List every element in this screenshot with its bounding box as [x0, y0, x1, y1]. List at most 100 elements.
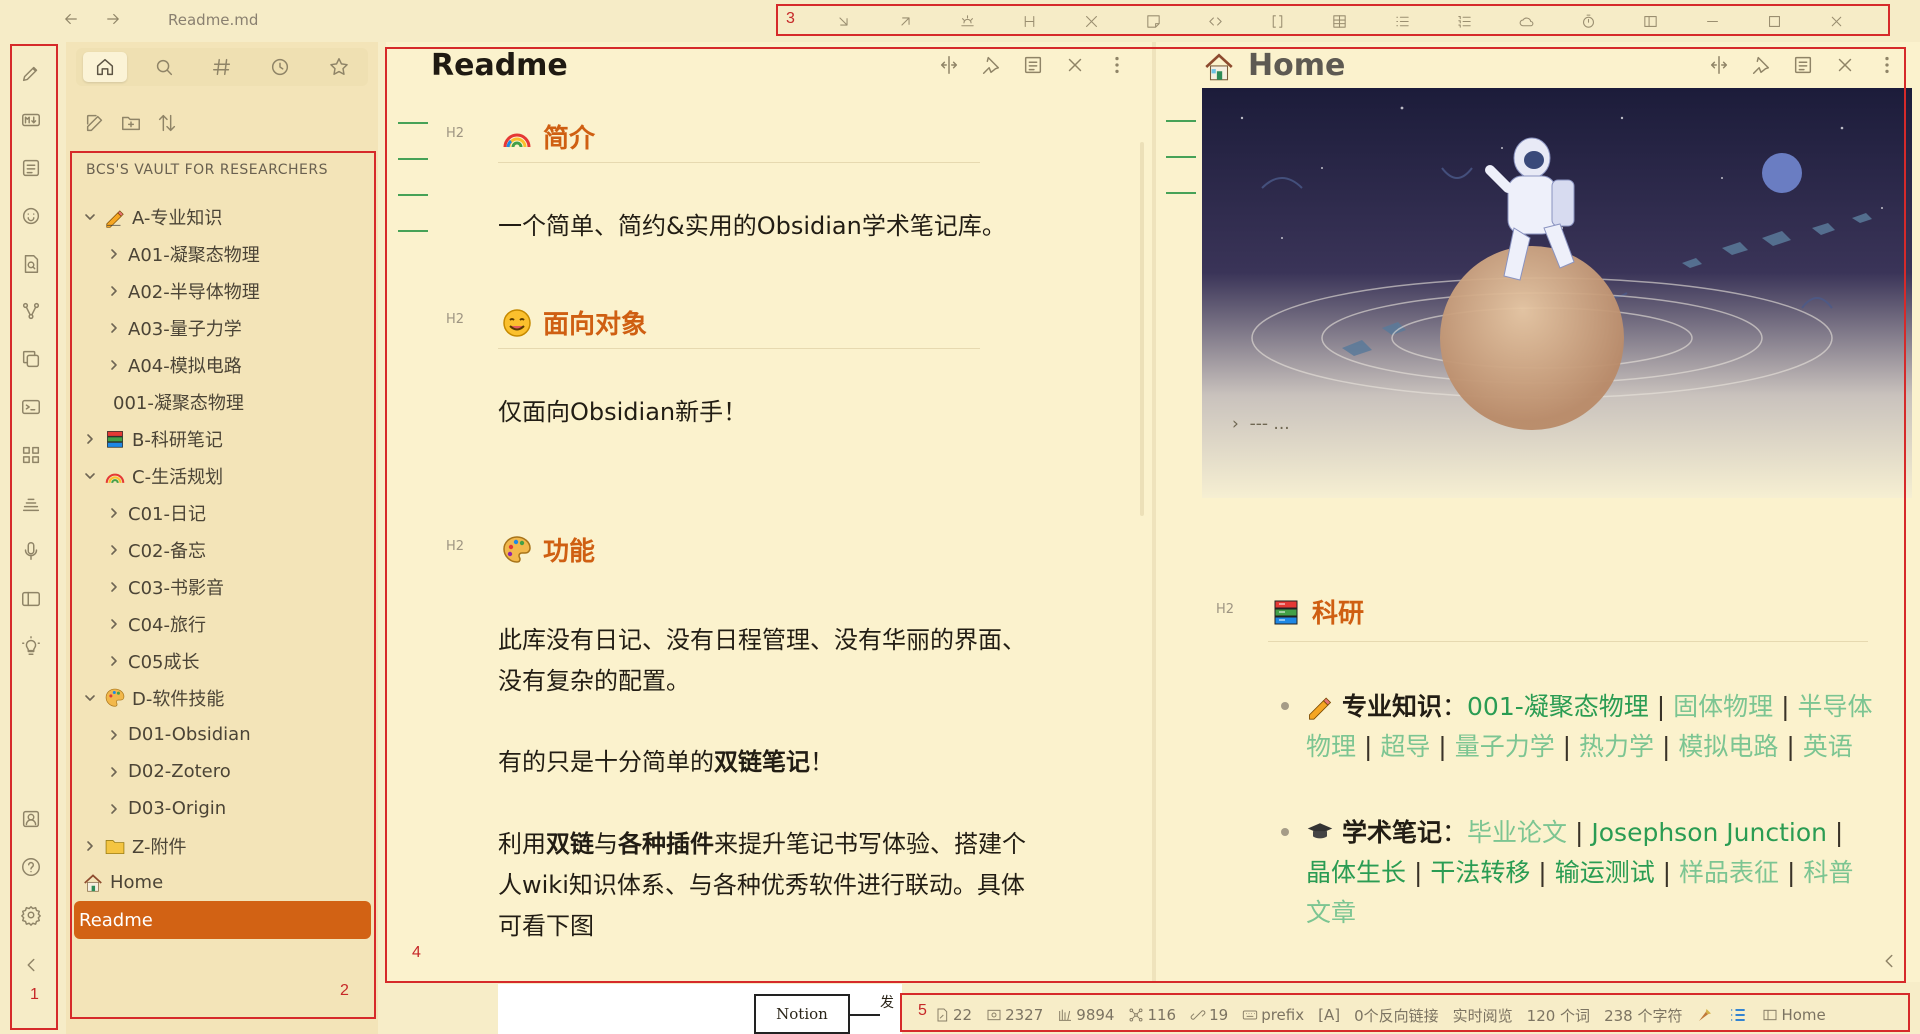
subfolder-item[interactable]: A01-凝聚态物理 [66, 235, 378, 272]
internal-link[interactable]: 毕业论文 [1467, 818, 1567, 847]
folder-item[interactable]: C-生活规划 [66, 457, 378, 494]
bullet-list-icon[interactable] [1391, 10, 1413, 32]
mode-indicator[interactable]: [A] [1318, 1006, 1340, 1024]
split-icon[interactable] [1708, 54, 1730, 76]
home-status[interactable]: Home [1762, 1006, 1826, 1024]
terminal-icon[interactable] [20, 396, 42, 418]
smiley-icon[interactable] [20, 205, 42, 227]
layout-icon[interactable] [1639, 10, 1661, 32]
internal-link[interactable]: 001-凝聚态物理 [1467, 692, 1649, 721]
outline-marker[interactable] [398, 122, 428, 124]
chevron-right-icon[interactable] [106, 727, 122, 743]
folder-item[interactable]: A-专业知识 [66, 198, 378, 235]
code-icon[interactable] [1205, 10, 1227, 32]
copy-icon[interactable] [20, 348, 42, 370]
collapsed-frontmatter[interactable]: › --- ... [1232, 414, 1290, 434]
new-folder-icon[interactable] [120, 112, 142, 134]
forward-icon[interactable] [104, 10, 126, 32]
folder-item[interactable]: Readme [74, 901, 371, 939]
clear-format-icon[interactable] [1080, 10, 1102, 32]
pen-tool-icon[interactable] [20, 62, 42, 84]
folder-item[interactable]: B-科研笔记 [66, 420, 378, 457]
subfolder-item[interactable]: C02-备忘 [66, 531, 378, 568]
search-file-icon[interactable] [20, 253, 42, 275]
internal-link[interactable]: 晶体生长 [1306, 858, 1406, 887]
collapse-right-sidebar-chevron-icon[interactable] [1878, 950, 1900, 972]
sort-icon[interactable] [156, 112, 178, 134]
subfolder-item[interactable]: C01-日记 [66, 494, 378, 531]
subfolder-item[interactable]: 001-凝聚态物理 [66, 383, 378, 420]
folder-item[interactable]: Z-附件 [66, 827, 378, 864]
search-tab-icon[interactable] [142, 52, 186, 82]
microphone-icon[interactable] [20, 540, 42, 562]
settings-gear-icon[interactable] [20, 904, 42, 926]
outline-list-icon[interactable] [1728, 1005, 1748, 1025]
more-options-icon[interactable] [1106, 54, 1128, 76]
timer-icon[interactable] [1577, 10, 1599, 32]
links-counter[interactable]: 19 [1190, 1006, 1228, 1024]
outline-marker[interactable] [398, 230, 428, 232]
maximize-icon[interactable] [1764, 10, 1786, 32]
brackets-icon[interactable] [1267, 10, 1289, 32]
files-tab-home-icon[interactable] [83, 52, 128, 82]
note-icon[interactable] [1143, 10, 1165, 32]
internal-link[interactable]: 半 [1797, 692, 1822, 721]
help-icon[interactable] [20, 856, 42, 878]
scrollbar[interactable] [1140, 142, 1144, 516]
internal-link[interactable]: 固体物理 [1673, 692, 1773, 721]
folder-item[interactable]: Home [66, 864, 378, 901]
chevron-down-icon[interactable] [82, 209, 98, 225]
internal-link[interactable]: 干法转移 [1430, 858, 1530, 887]
fold-chevron-icon[interactable]: › [1232, 414, 1239, 434]
table-icon[interactable] [1329, 10, 1351, 32]
subfolder-item[interactable]: D03-Origin [66, 790, 378, 827]
heading-icon[interactable] [1018, 10, 1040, 32]
back-icon[interactable] [62, 10, 84, 32]
chevron-right-icon[interactable] [106, 542, 122, 558]
close-window-icon[interactable] [1826, 10, 1848, 32]
chevron-right-icon[interactable] [106, 246, 122, 262]
files-counter[interactable]: 9894 [1057, 1006, 1114, 1024]
chevron-right-icon[interactable] [106, 764, 122, 780]
vault-profile-icon[interactable] [20, 808, 42, 830]
internal-link[interactable]: 样品表征 [1679, 858, 1779, 887]
internal-link[interactable]: 科 [1803, 858, 1828, 887]
chevron-right-icon[interactable] [106, 283, 122, 299]
subfolder-item[interactable]: A04-模拟电路 [66, 346, 378, 383]
subfolder-item[interactable]: C05成长 [66, 642, 378, 679]
arrow-up-right-icon[interactable] [894, 10, 916, 32]
outline-marker[interactable] [1166, 120, 1196, 122]
internal-link[interactable]: 英语 [1803, 732, 1853, 761]
subfolder-item[interactable]: D02-Zotero [66, 753, 378, 790]
reading-view-icon[interactable] [1022, 54, 1044, 76]
pin-icon[interactable] [980, 54, 1002, 76]
chevron-down-icon[interactable] [82, 690, 98, 706]
chevron-right-icon[interactable] [106, 505, 122, 521]
chevron-right-icon[interactable] [82, 838, 98, 854]
close-pane-icon[interactable] [1064, 54, 1086, 76]
outline-marker[interactable] [398, 194, 428, 196]
apps-icon[interactable] [20, 444, 42, 466]
images-counter[interactable]: 2327 [986, 1006, 1043, 1024]
subfolder-item[interactable]: C04-旅行 [66, 605, 378, 642]
arrow-down-right-icon[interactable] [832, 10, 854, 32]
outline-marker[interactable] [1166, 156, 1196, 158]
folder-item[interactable]: D-软件技能 [66, 679, 378, 716]
internal-link[interactable]: 超导 [1380, 732, 1430, 761]
internal-link[interactable]: 模拟电路 [1678, 732, 1778, 761]
backlinks-count[interactable]: 0个反向链接 [1354, 1005, 1439, 1026]
graph-view-icon[interactable] [20, 300, 42, 322]
internal-link[interactable]: Josephson Junction [1591, 818, 1827, 847]
pin-icon[interactable] [1750, 54, 1772, 76]
minimize-icon[interactable] [1702, 10, 1724, 32]
tags-tab-hash-icon[interactable] [200, 52, 244, 82]
subfolder-item[interactable]: D01-Obsidian [66, 716, 378, 753]
chevron-right-icon[interactable] [106, 653, 122, 669]
outline-marker[interactable] [398, 158, 428, 160]
prefix-status[interactable]: prefix [1242, 1006, 1304, 1024]
internal-link[interactable]: 热力学 [1579, 732, 1654, 761]
internal-link[interactable]: 量子力学 [1455, 732, 1555, 761]
lightbulb-icon[interactable] [20, 635, 42, 657]
recent-tab-clock-icon[interactable] [258, 52, 302, 82]
cloud-icon[interactable] [1515, 10, 1537, 32]
